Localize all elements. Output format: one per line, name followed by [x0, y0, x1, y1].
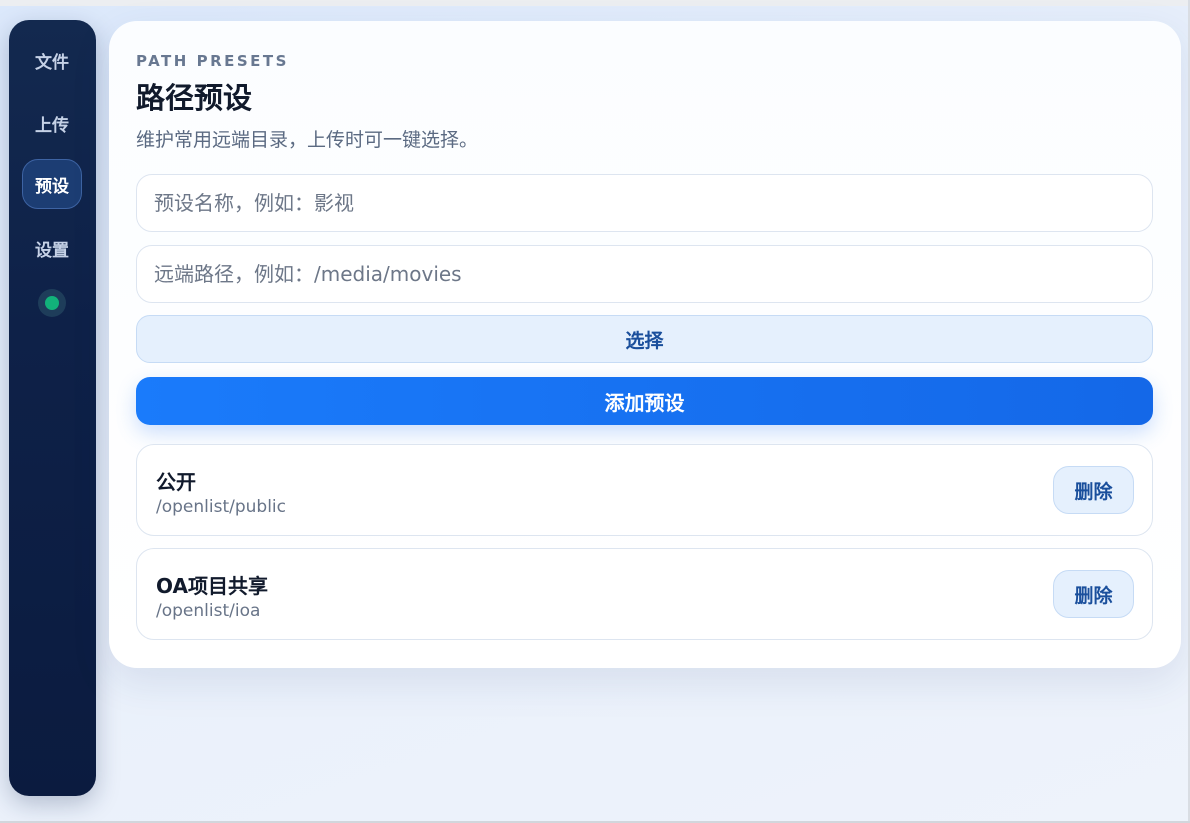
sidebar: 文件 上传 预设 设置 [9, 20, 96, 796]
section-eyebrow: PATH PRESETS [136, 52, 289, 70]
window-top-edge [0, 0, 1190, 6]
page-title: 路径预设 [136, 81, 253, 115]
preset-path: /openlist/public [156, 497, 286, 517]
connection-status-indicator [38, 289, 66, 317]
sidebar-item-settings[interactable]: 设置 [22, 223, 82, 273]
delete-preset-button[interactable]: 删除 [1053, 466, 1134, 514]
preset-path: /openlist/ioa [156, 601, 261, 621]
preset-list-item: 公开 /openlist/public 删除 [136, 444, 1153, 536]
add-preset-button[interactable]: 添加预设 [136, 377, 1153, 425]
sidebar-item-label: 设置 [35, 240, 69, 261]
status-dot-icon [45, 296, 59, 310]
presets-panel: PATH PRESETS 路径预设 维护常用远端目录，上传时可一键选择。 选择 … [109, 21, 1181, 668]
remote-path-input[interactable] [136, 245, 1153, 303]
page-subtitle: 维护常用远端目录，上传时可一键选择。 [136, 129, 479, 151]
select-path-button[interactable]: 选择 [136, 315, 1153, 363]
sidebar-item-upload[interactable]: 上传 [22, 98, 82, 148]
sidebar-item-presets[interactable]: 预设 [22, 159, 82, 209]
sidebar-item-label: 预设 [35, 176, 69, 197]
delete-preset-button[interactable]: 删除 [1053, 570, 1134, 618]
preset-name-input[interactable] [136, 174, 1153, 232]
sidebar-item-label: 上传 [35, 115, 69, 136]
sidebar-item-files[interactable]: 文件 [22, 35, 82, 85]
sidebar-item-label: 文件 [35, 52, 69, 73]
preset-name: OA项目共享 [156, 574, 268, 598]
preset-list-item: OA项目共享 /openlist/ioa 删除 [136, 548, 1153, 640]
preset-name: 公开 [156, 470, 196, 494]
